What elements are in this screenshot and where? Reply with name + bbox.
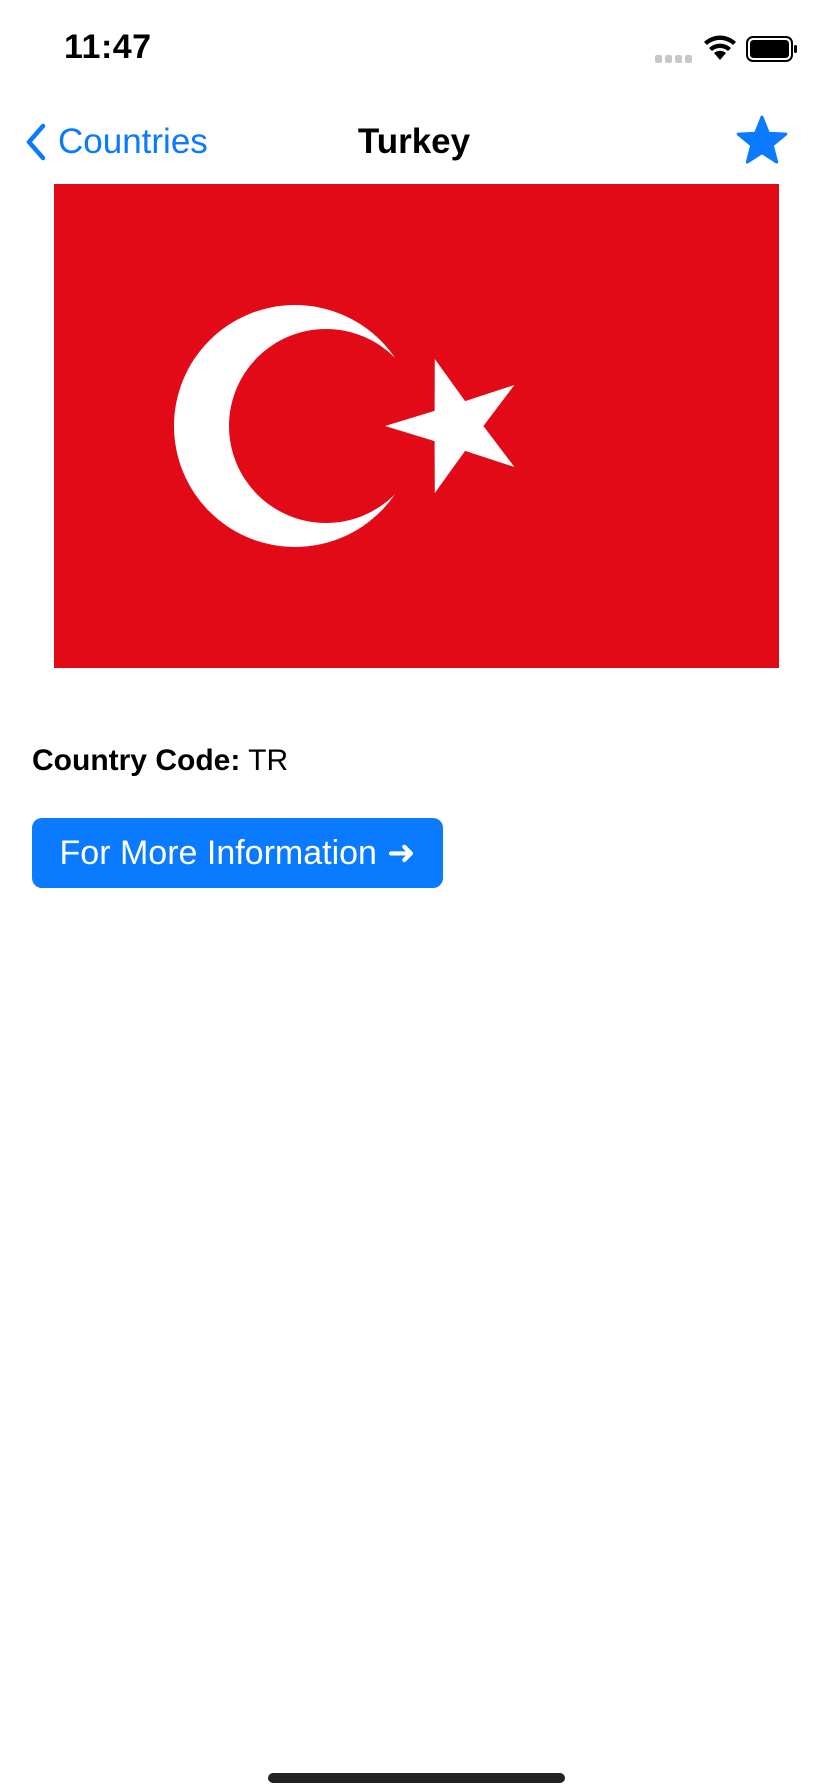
favorite-button[interactable]: [735, 114, 789, 168]
star-filled-icon: [736, 115, 788, 164]
page-title: Turkey: [357, 122, 471, 161]
country-code-row: Country Code: TR: [32, 744, 288, 778]
cellular-signal-icon: [655, 52, 695, 70]
more-information-label: For More Information: [59, 833, 377, 872]
turkey-flag-image: [54, 184, 779, 668]
status-time: 11:47: [64, 28, 152, 66]
home-indicator[interactable]: [268, 1773, 565, 1783]
country-code-value: TR: [248, 744, 289, 777]
country-code-label: Country Code:: [32, 744, 241, 777]
battery-icon: [746, 36, 798, 67]
arrow-right-icon: ➜: [386, 834, 416, 872]
status-bar: 11:47: [0, 0, 828, 100]
navigation-bar: Countries Turkey: [0, 100, 828, 184]
more-information-button[interactable]: For More Information ➜: [32, 818, 443, 888]
wifi-icon: [703, 34, 737, 65]
